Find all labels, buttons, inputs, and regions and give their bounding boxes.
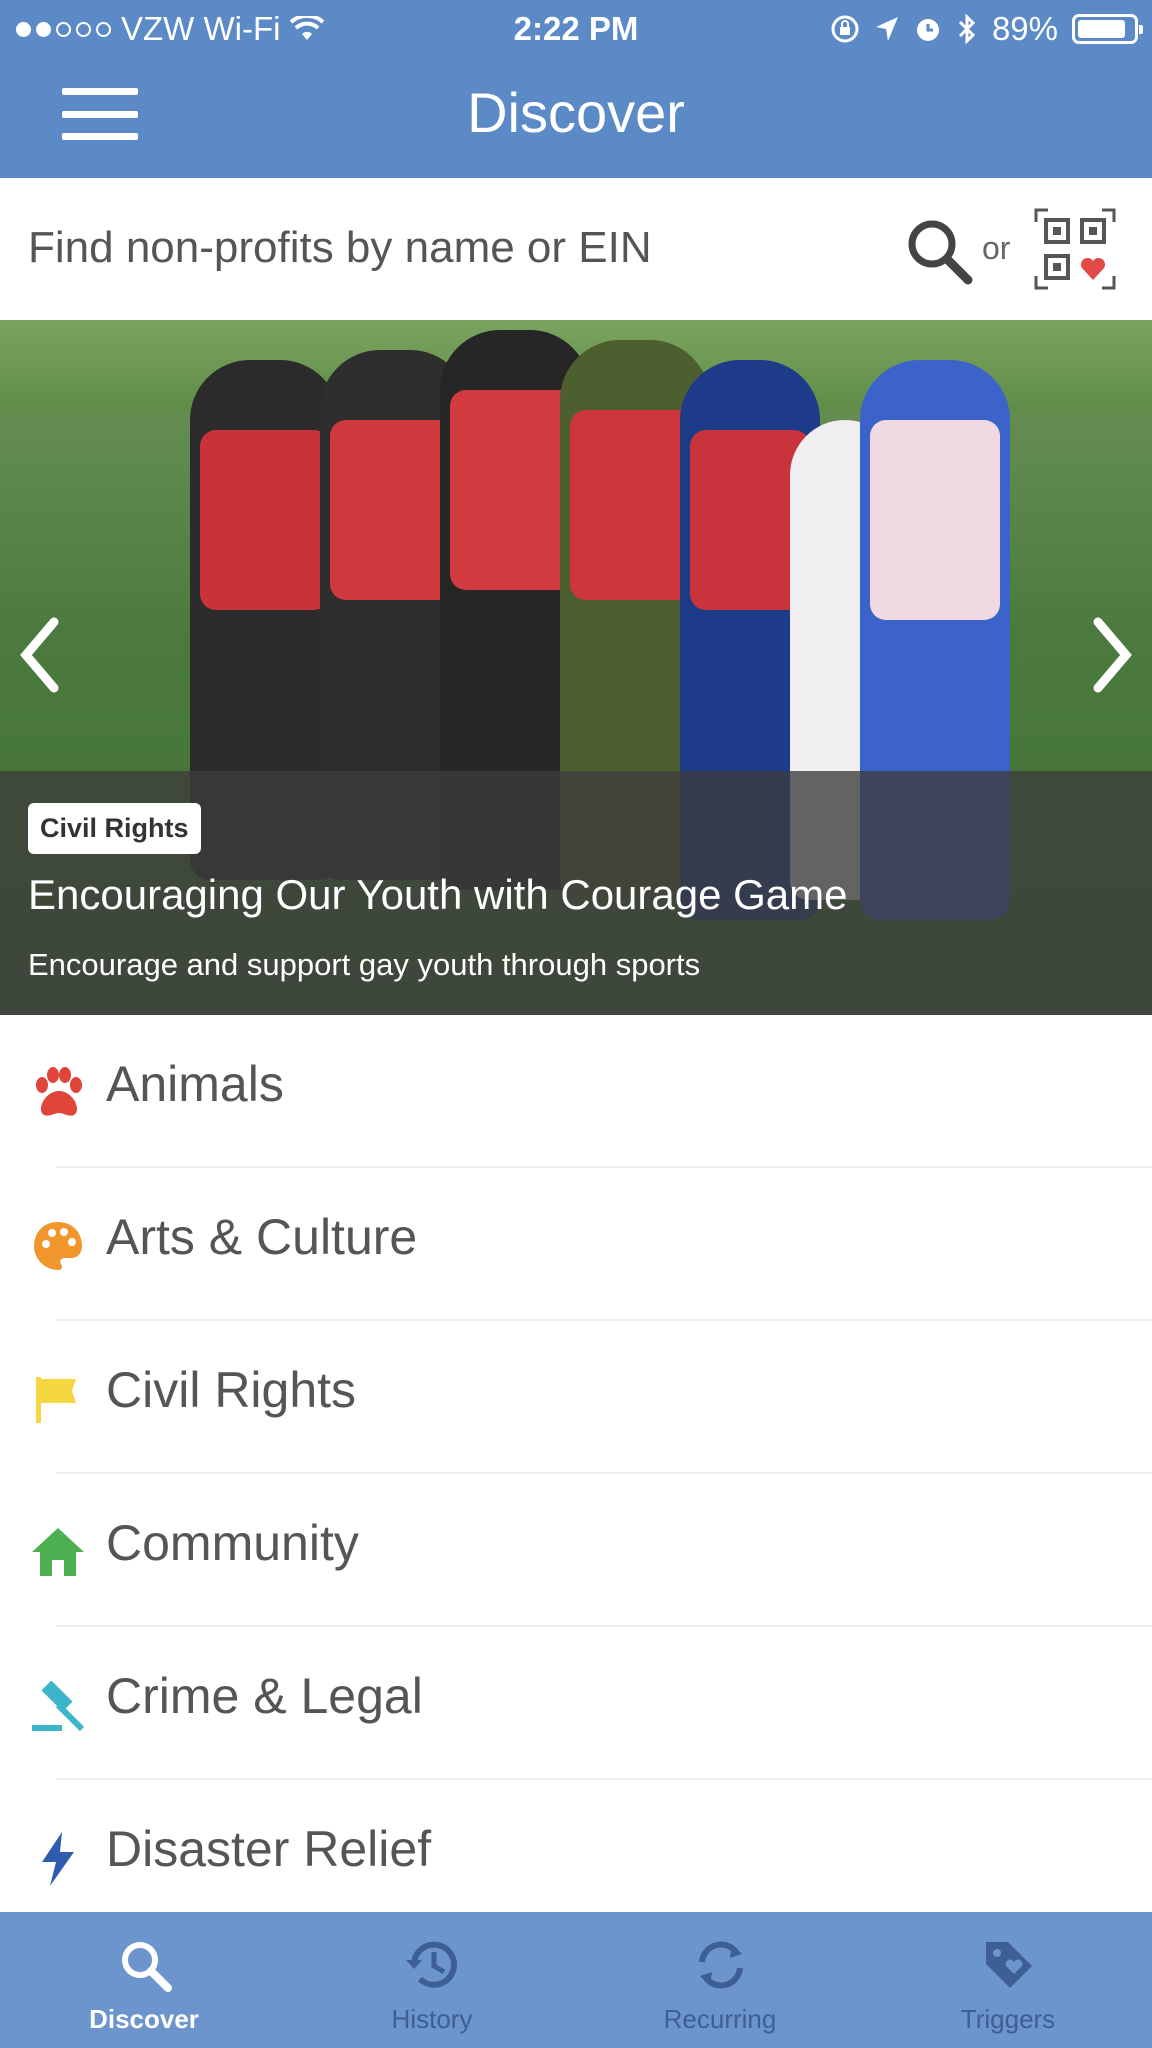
- home-icon: [32, 1528, 84, 1576]
- battery-icon: [1072, 14, 1143, 44]
- qr-code-icon[interactable]: [1034, 208, 1116, 290]
- bottom-tab-bar: Discover History Recurring Triggers: [0, 1912, 1152, 2048]
- search-icon[interactable]: [902, 214, 976, 288]
- category-item-crime-legal[interactable]: Crime & Legal: [0, 1627, 1152, 1780]
- tab-triggers[interactable]: Triggers: [864, 1912, 1152, 2048]
- tab-history[interactable]: History: [288, 1912, 576, 2048]
- or-label: or: [982, 230, 1011, 266]
- history-icon: [406, 1941, 457, 1988]
- category-list: Animals Arts & Culture Civil Rights Comm…: [0, 1015, 1152, 1933]
- status-bar: VZW Wi-Fi 2:22 PM 89%: [0, 0, 1152, 58]
- category-label: Community: [106, 1515, 359, 1571]
- hero-title[interactable]: Encouraging Our Youth with Courage Game: [28, 871, 848, 919]
- category-label: Civil Rights: [106, 1362, 357, 1418]
- search-icon: [122, 1942, 172, 1992]
- search-bar: or: [0, 178, 1152, 320]
- gavel-icon: [32, 1680, 85, 1732]
- top-bar: VZW Wi-Fi 2:22 PM 89% Discover: [0, 0, 1152, 178]
- alarm-icon: [916, 19, 939, 41]
- category-item-arts-culture[interactable]: Arts & Culture: [0, 1168, 1152, 1321]
- category-item-disaster-relief[interactable]: Disaster Relief: [0, 1780, 1152, 1933]
- tag-icon: [986, 1942, 1032, 1988]
- category-label: Crime & Legal: [106, 1668, 423, 1724]
- orientation-lock-icon: [831, 15, 859, 43]
- status-right: 89%: [830, 10, 1143, 48]
- category-label: Arts & Culture: [106, 1209, 418, 1265]
- category-item-animals[interactable]: Animals: [0, 1015, 1152, 1168]
- location-icon: [875, 17, 898, 41]
- tab-label: Discover: [89, 2004, 199, 2034]
- category-item-community[interactable]: Community: [0, 1474, 1152, 1627]
- hero-category-badge: Civil Rights: [28, 803, 201, 854]
- tab-label: History: [391, 2004, 473, 2034]
- previous-arrow-icon[interactable]: [10, 610, 70, 700]
- hero-caption: Civil Rights Encouraging Our Youth with …: [0, 771, 1152, 1015]
- tab-recurring[interactable]: Recurring: [576, 1912, 864, 2048]
- tab-discover[interactable]: Discover: [0, 1912, 288, 2048]
- tab-label: Triggers: [960, 2004, 1056, 2034]
- lightning-icon: [42, 1832, 74, 1886]
- refresh-icon: [699, 1941, 743, 1989]
- tab-label: Recurring: [663, 2004, 777, 2034]
- palette-icon: [34, 1222, 82, 1270]
- next-arrow-icon[interactable]: [1082, 610, 1142, 700]
- bluetooth-icon: [958, 13, 976, 45]
- category-item-civil-rights[interactable]: Civil Rights: [0, 1321, 1152, 1474]
- paw-icon: [36, 1067, 82, 1116]
- category-label: Disaster Relief: [106, 1821, 432, 1877]
- battery-percent: 89%: [991, 10, 1058, 47]
- hero-subtitle: Encourage and support gay youth through …: [28, 947, 701, 982]
- featured-banner[interactable]: Civil Rights Encouraging Our Youth with …: [0, 320, 1152, 1015]
- search-input[interactable]: [28, 208, 878, 288]
- page-title: Discover: [467, 81, 685, 144]
- category-label: Animals: [106, 1056, 284, 1112]
- flag-icon: [36, 1377, 76, 1423]
